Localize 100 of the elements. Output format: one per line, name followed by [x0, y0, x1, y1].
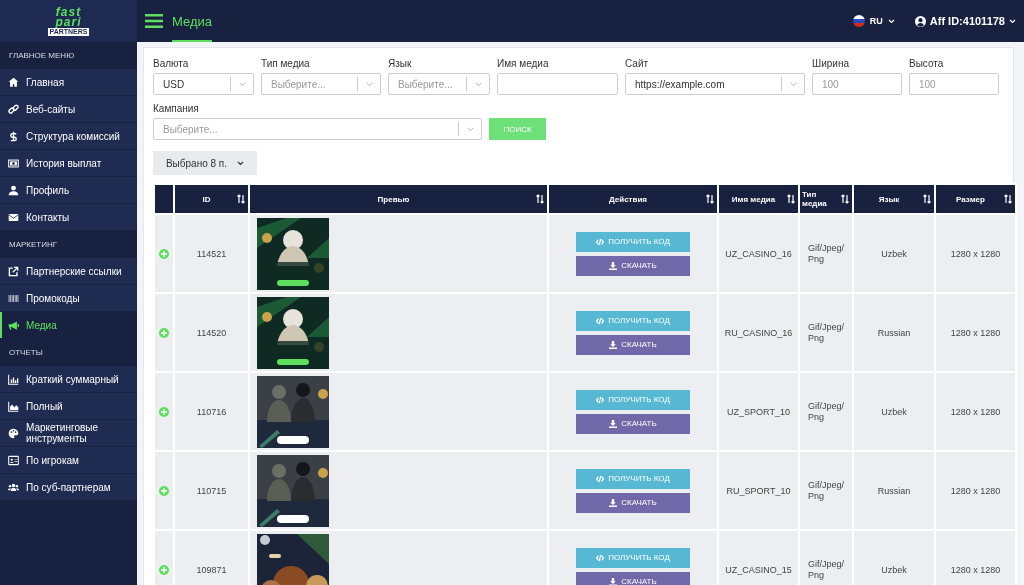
- sort-icon: [706, 194, 714, 204]
- table-cell: 114520: [174, 293, 249, 372]
- sidebar-item[interactable]: Профиль: [0, 177, 137, 204]
- expand-icon: [159, 248, 169, 259]
- field-label: Высота: [909, 58, 945, 69]
- column-header[interactable]: ID: [174, 184, 249, 214]
- sidebar-item[interactable]: Веб-сайты: [0, 96, 137, 123]
- download-button[interactable]: СКАЧАТЬ: [576, 413, 690, 434]
- column-header[interactable]: Превью: [249, 184, 548, 214]
- sidebar-item[interactable]: Партнерские ссылки: [0, 258, 137, 285]
- download-button[interactable]: СКАЧАТЬ: [576, 492, 690, 513]
- sort-icon: [841, 194, 849, 204]
- dollar-icon: [8, 130, 19, 142]
- chevron-down-icon: [1009, 18, 1016, 24]
- banknote-icon: [8, 157, 19, 169]
- sort-icon: [787, 194, 795, 204]
- expand-icon: [159, 406, 169, 417]
- table-cell: Gif/Jpeg/ Png: [799, 293, 853, 372]
- sort-icon: [1004, 194, 1012, 204]
- table-cell: UZ_SPORT_10: [718, 372, 799, 451]
- user-icon: [914, 15, 926, 27]
- code-icon: [596, 316, 605, 325]
- code-icon: [596, 553, 605, 562]
- download-icon: [609, 419, 618, 428]
- column-header[interactable]: Действия: [548, 184, 718, 214]
- megaphone-icon: [8, 319, 19, 331]
- language-selector[interactable]: RU: [852, 15, 895, 27]
- field-label: Сайт: [625, 58, 650, 69]
- input-field[interactable]: [497, 73, 618, 95]
- table-cell: 109871: [174, 530, 249, 585]
- sidebar-item[interactable]: Главная: [0, 69, 137, 96]
- menu-icon: [145, 13, 163, 29]
- bar-chart-icon: [8, 373, 19, 385]
- column-header[interactable]: Размер: [935, 184, 1016, 214]
- expand-icon: [159, 485, 169, 496]
- field-label: Язык: [388, 58, 413, 69]
- selection-dropdown[interactable]: Выбрано 8 п.: [153, 151, 257, 175]
- table-cell: Russian: [853, 293, 935, 372]
- table-cell: 110715: [174, 451, 249, 530]
- table-cell: Gif/Jpeg/ Png: [799, 451, 853, 530]
- sidebar-item[interactable]: Краткий суммарный: [0, 366, 137, 393]
- table-cell: 1280 x 1280: [935, 293, 1016, 372]
- sidebar-item[interactable]: Промокоды: [0, 285, 137, 312]
- table-cell: Gif/Jpeg/ Png: [799, 372, 853, 451]
- table-cell: RU_SPORT_10: [718, 451, 799, 530]
- table-cell: Russian: [853, 451, 935, 530]
- table-cell: 110716: [174, 372, 249, 451]
- external-link-icon: [8, 265, 19, 277]
- column-header[interactable]: Язык: [853, 184, 935, 214]
- chevron-down-icon: [474, 81, 482, 87]
- sidebar-item[interactable]: История выплат: [0, 150, 137, 177]
- download-icon: [609, 261, 618, 270]
- dropdown[interactable]: USD: [153, 73, 254, 95]
- code-icon: [596, 474, 605, 483]
- sidebar-item[interactable]: Полный: [0, 393, 137, 420]
- dropdown[interactable]: https://example.com: [625, 73, 805, 95]
- sidebar-item[interactable]: Маркетинговые инструменты: [0, 420, 137, 447]
- column-header[interactable]: Тип медиа: [799, 184, 853, 214]
- sidebar-item[interactable]: Контакты: [0, 204, 137, 231]
- table-cell: RU_CASINO_16: [718, 293, 799, 372]
- users-icon: [8, 481, 19, 493]
- chevron-down-icon: [237, 160, 245, 166]
- table-cell: Uzbek: [853, 214, 935, 293]
- table-cell: Gif/Jpeg/ Png: [799, 214, 853, 293]
- table-cell: Uzbek: [853, 530, 935, 585]
- table-cell: 1280 x 1280: [935, 214, 1016, 293]
- column-header[interactable]: Имя медиа: [718, 184, 799, 214]
- sidebar-item[interactable]: Структура комиссий: [0, 123, 137, 150]
- chevron-down-icon: [887, 18, 895, 24]
- field-label: Имя медиа: [497, 58, 550, 69]
- chevron-down-icon: [365, 81, 373, 87]
- sort-icon: [237, 194, 245, 204]
- barcode-icon: [8, 292, 19, 304]
- download-button[interactable]: СКАЧАТЬ: [576, 571, 690, 585]
- table-cell: Gif/Jpeg/ Png: [799, 530, 853, 585]
- download-button[interactable]: СКАЧАТЬ: [576, 255, 690, 276]
- sidebar-item[interactable]: По игрокам: [0, 447, 137, 474]
- user-icon: [8, 184, 19, 196]
- envelope-icon: [8, 211, 19, 223]
- sort-icon: [536, 194, 544, 204]
- table-cell: 1280 x 1280: [935, 530, 1016, 585]
- sort-icon: [923, 194, 931, 204]
- download-icon: [609, 577, 618, 585]
- download-button[interactable]: СКАЧАТЬ: [576, 334, 690, 355]
- sidebar-item[interactable]: По суб-партнерам: [0, 474, 137, 501]
- field-label: Ширина: [812, 58, 850, 69]
- table-cell: UZ_CASINO_15: [718, 530, 799, 585]
- page-title-tab[interactable]: Медиа: [172, 0, 212, 42]
- chevron-down-icon: [466, 126, 474, 132]
- id-card-icon: [8, 454, 19, 466]
- code-icon: [596, 395, 605, 404]
- chevron-down-icon: [238, 81, 246, 87]
- account-menu[interactable]: Aff ID:4101178: [914, 15, 1016, 27]
- palette-icon: [8, 427, 19, 439]
- table-cell: Uzbek: [853, 372, 935, 451]
- home-icon: [8, 76, 19, 88]
- table-cell: 114521: [174, 214, 249, 293]
- table-cell: 1280 x 1280: [935, 372, 1016, 451]
- code-icon: [596, 237, 605, 246]
- field-label: Валюта: [153, 58, 190, 69]
